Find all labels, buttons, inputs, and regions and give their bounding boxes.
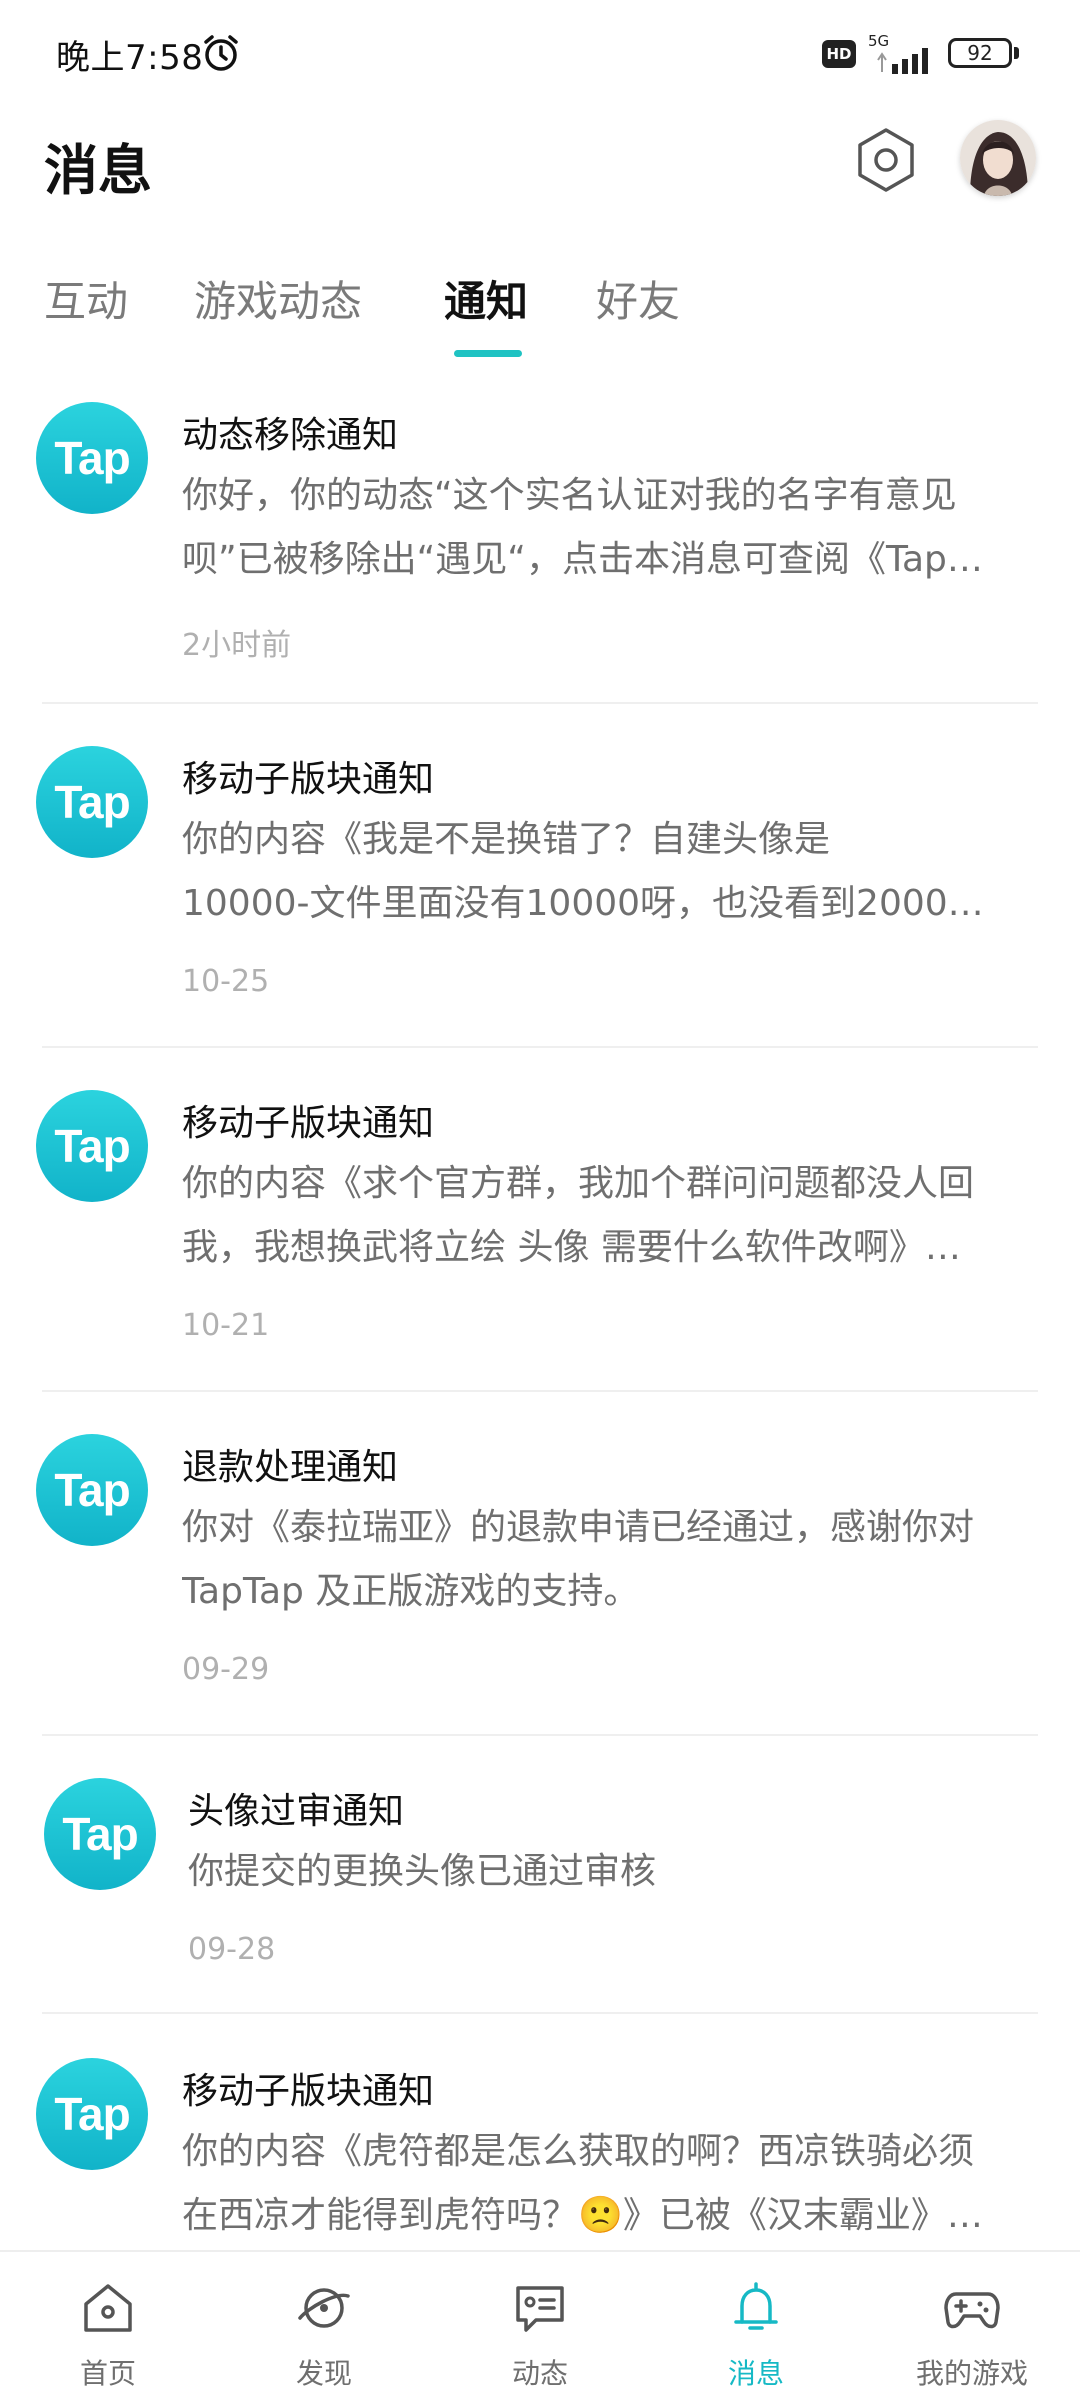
nav-home-label: 首页 bbox=[79, 2357, 136, 2390]
divider bbox=[42, 1390, 1038, 1392]
alarm-icon bbox=[204, 35, 238, 71]
feed-icon bbox=[516, 2286, 564, 2332]
taptap-logo-icon: Tap bbox=[36, 1434, 148, 1546]
nav-feed[interactable]: 动态 bbox=[432, 2252, 648, 2402]
notification-body: 你的内容《求个官方群，我加个群问问题都没人回 我，我想换武将立绘 头像 需要什么… bbox=[182, 1152, 1042, 1280]
notification-body-line: TapTap 及正版游戏的支持。 bbox=[182, 1571, 640, 1612]
divider bbox=[42, 1734, 1038, 1736]
nav-home[interactable]: 首页 bbox=[0, 2252, 216, 2402]
notification-body-line: 我，我想换武将立绘 头像 需要什么软件改啊》… bbox=[182, 1227, 961, 1268]
taptap-logo-icon: Tap bbox=[36, 402, 148, 514]
active-tab-indicator bbox=[454, 350, 522, 357]
notification-body-line: 你好，你的动态“这个实名认证对我的名字有意见 bbox=[182, 475, 957, 516]
avatar-image bbox=[960, 120, 1036, 196]
status-time: 晚上7:58 bbox=[56, 38, 204, 78]
notification-body-line: 你的内容《求个官方群，我加个群问问题都没人回 bbox=[182, 1163, 975, 1204]
tab-interaction[interactable]: 互动 bbox=[44, 268, 128, 329]
nav-feed-label: 动态 bbox=[511, 2357, 568, 2390]
home-icon bbox=[84, 2284, 132, 2332]
bell-icon bbox=[734, 2282, 778, 2330]
divider bbox=[42, 1046, 1038, 1048]
taptap-logo-icon: Tap bbox=[36, 746, 148, 858]
avatar[interactable] bbox=[960, 120, 1036, 196]
signal-indicator: 5G bbox=[868, 32, 938, 74]
notification-body-line: 你的内容《虎符都是怎么获取的啊？西凉铁骑必须 bbox=[182, 2131, 975, 2172]
notification-body-line: 你对《泰拉瑞亚》的退款申请已经通过，感谢你对 bbox=[182, 1507, 975, 1548]
notification-body: 你的内容《我是不是换错了？自建头像是 10000-文件里面没有10000呀，也没… bbox=[182, 808, 1042, 936]
nav-my-games-label: 我的游戏 bbox=[915, 2357, 1028, 2390]
settings-icon[interactable] bbox=[852, 126, 920, 194]
nav-messages-label: 消息 bbox=[727, 2357, 784, 2390]
notification-time: 09-29 bbox=[182, 1652, 270, 1687]
discover-icon bbox=[298, 2288, 350, 2328]
notification-body-line: 呗”已被移除出“遇见“，点击本消息可查阅《Tap… bbox=[182, 539, 983, 580]
taptap-logo-icon: Tap bbox=[36, 2058, 148, 2170]
nav-discover-label: 发现 bbox=[295, 2357, 352, 2390]
tab-friends[interactable]: 好友 bbox=[596, 268, 680, 329]
notification-body-line: 你提交的更换头像已通过审核 bbox=[188, 1851, 657, 1892]
notification-title: 动态移除通知 bbox=[182, 415, 399, 456]
divider bbox=[42, 702, 1038, 704]
nav-messages[interactable]: 消息 bbox=[648, 2252, 864, 2402]
notification-body: 你对《泰拉瑞亚》的退款申请已经通过，感谢你对 TapTap 及正版游戏的支持。 bbox=[182, 1496, 1042, 1624]
bottom-nav: 首页 发现 动态 消息 我的游戏 bbox=[0, 2250, 1080, 2402]
notification-body: 你好，你的动态“这个实名认证对我的名字有意见 呗”已被移除出“遇见“，点击本消息… bbox=[182, 464, 1042, 592]
notification-title: 移动子版块通知 bbox=[182, 2071, 435, 2112]
status-bar: 晚上7:58 HD 5G 92 bbox=[0, 0, 1080, 105]
taptap-logo-icon: Tap bbox=[36, 1090, 148, 1202]
notification-body-line: 10000-文件里面没有10000呀，也没看到2000… bbox=[182, 883, 984, 924]
tab-bar: 互动 游戏动态 通知 好友 bbox=[0, 268, 1080, 358]
page-title: 消息 bbox=[44, 139, 152, 202]
notification-time: 2小时前 bbox=[182, 628, 292, 663]
battery-level: 92 bbox=[967, 41, 993, 65]
notification-time: 09-28 bbox=[188, 1932, 276, 1967]
gamepad-icon bbox=[944, 2292, 1000, 2329]
notification-time: 10-21 bbox=[182, 1308, 270, 1343]
notification-body: 你的内容《虎符都是怎么获取的啊？西凉铁骑必须 在西凉才能得到虎符吗？🙁》已被《汉… bbox=[182, 2120, 1042, 2248]
nav-discover[interactable]: 发现 bbox=[216, 2252, 432, 2402]
battery-tip bbox=[1014, 47, 1019, 59]
signal-icon bbox=[877, 48, 928, 74]
divider bbox=[42, 2012, 1038, 2014]
nav-my-games[interactable]: 我的游戏 bbox=[864, 2252, 1080, 2402]
notification-body: 你提交的更换头像已通过审核 bbox=[188, 1840, 1048, 1904]
tab-notifications[interactable]: 通知 bbox=[444, 268, 528, 329]
tab-game-updates[interactable]: 游戏动态 bbox=[194, 268, 362, 329]
hd-badge: HD bbox=[822, 40, 856, 68]
notification-body-line: 在西凉才能得到虎符吗？🙁》已被《汉末霸业》… bbox=[182, 2195, 983, 2236]
notification-time: 10-25 bbox=[182, 964, 270, 999]
notification-title: 移动子版块通知 bbox=[182, 1103, 435, 1144]
notification-title: 头像过审通知 bbox=[188, 1791, 405, 1832]
taptap-logo-icon: Tap bbox=[44, 1778, 156, 1890]
notification-body-line: 你的内容《我是不是换错了？自建头像是 bbox=[182, 819, 831, 860]
notification-title: 移动子版块通知 bbox=[182, 759, 435, 800]
notification-title: 退款处理通知 bbox=[182, 1447, 399, 1488]
